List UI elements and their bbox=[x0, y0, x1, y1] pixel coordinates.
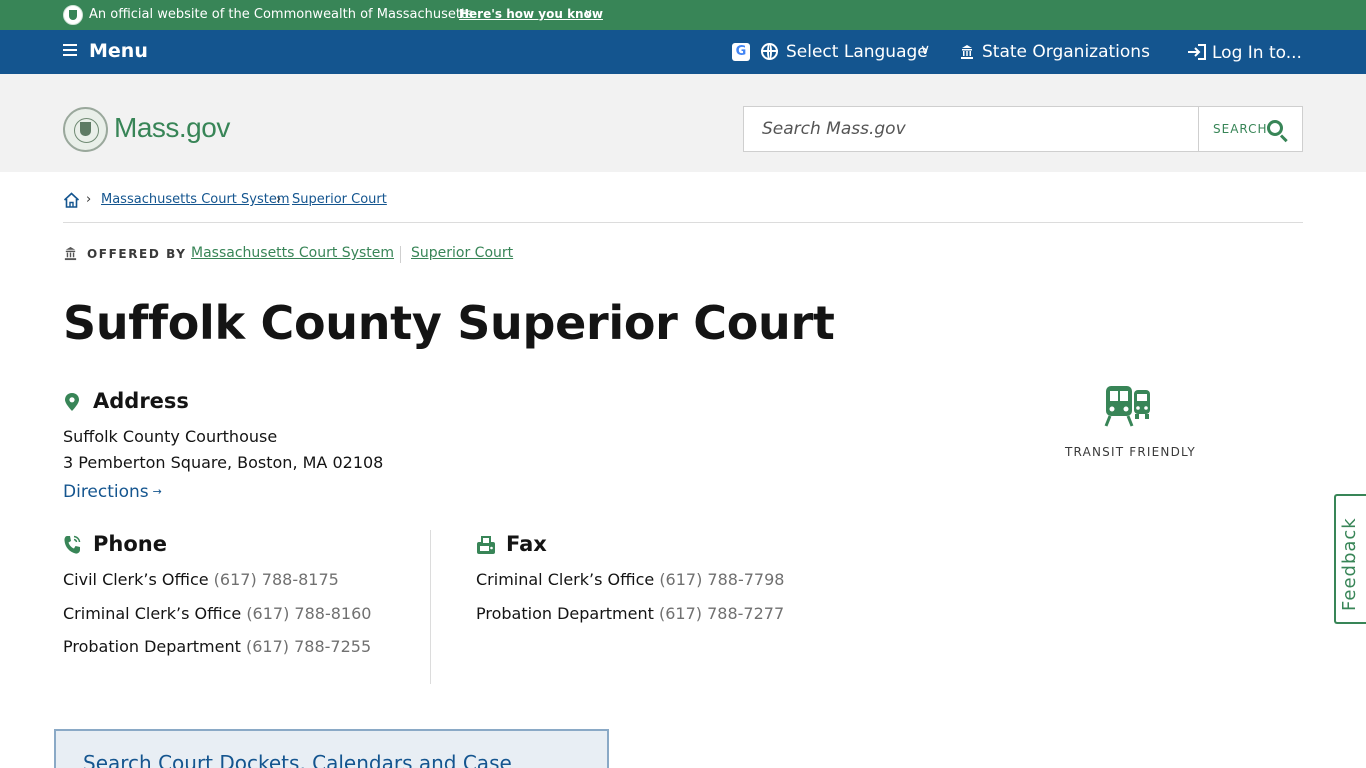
fax-entry-label: Probation Department bbox=[476, 604, 654, 623]
phone-entry-label: Probation Department bbox=[63, 637, 241, 656]
site-logo[interactable]: Mass.gov bbox=[114, 112, 230, 144]
map-pin-icon bbox=[65, 393, 79, 411]
offered-by-label: OFFERED BY bbox=[87, 247, 187, 261]
address-line-1: Suffolk County Courthouse bbox=[63, 427, 278, 446]
state-seal-icon bbox=[63, 5, 83, 25]
phone-entry-label: Civil Clerk’s Office bbox=[63, 570, 209, 589]
fax-number: (617) 788-7277 bbox=[659, 604, 785, 623]
fax-number: (617) 788-7798 bbox=[659, 570, 785, 589]
search-button-label: SEARCH bbox=[1213, 122, 1268, 136]
directions-label: Directions bbox=[63, 482, 149, 502]
phone-entry: Probation Department (617) 788-7255 bbox=[63, 637, 371, 656]
google-translate-icon: G bbox=[732, 43, 750, 61]
building-icon bbox=[64, 246, 77, 261]
official-banner-text: An official website of the Commonwealth … bbox=[89, 7, 473, 22]
arrow-right-icon: → bbox=[152, 485, 162, 498]
hamburger-menu-icon[interactable] bbox=[63, 44, 77, 56]
offered-by-link-superior-court[interactable]: Superior Court bbox=[411, 245, 513, 261]
fax-entry: Probation Department (617) 788-7277 bbox=[476, 604, 784, 623]
breadcrumb-link-court-system[interactable]: Massachusetts Court System bbox=[101, 192, 290, 207]
fax-entry: Criminal Clerk’s Office (617) 788-7798 bbox=[476, 570, 784, 589]
phone-icon bbox=[64, 535, 81, 554]
page-title: Suffolk County Superior Court bbox=[63, 296, 835, 350]
phone-number-link[interactable]: (617) 788-8175 bbox=[214, 570, 339, 589]
utility-nav: Menu G Select Language ∨ State Organizat… bbox=[0, 30, 1366, 74]
chevron-right-icon: › bbox=[276, 192, 282, 207]
globe-icon bbox=[761, 43, 778, 60]
phone-number-link[interactable]: (617) 788-7255 bbox=[246, 637, 371, 656]
login-icon bbox=[1188, 44, 1206, 60]
court-dockets-card[interactable]: Search Court Dockets, Calendars and Case bbox=[54, 729, 609, 768]
court-dockets-link[interactable]: Search Court Dockets, Calendars and Case bbox=[83, 751, 512, 768]
search-icon bbox=[1267, 120, 1283, 136]
fax-heading: Fax bbox=[506, 532, 547, 556]
phone-heading: Phone bbox=[93, 532, 167, 556]
column-divider bbox=[430, 530, 431, 684]
offered-by-link-court-system[interactable]: Massachusetts Court System bbox=[191, 245, 394, 261]
building-icon bbox=[961, 45, 973, 59]
heres-how-you-know-link[interactable]: Here's how you know bbox=[459, 7, 603, 21]
home-icon[interactable] bbox=[63, 192, 80, 208]
phone-entry-label: Criminal Clerk’s Office bbox=[63, 604, 242, 623]
feedback-tab[interactable]: Feedback bbox=[1334, 494, 1366, 624]
phone-number-link[interactable]: (617) 788-8160 bbox=[246, 604, 371, 623]
state-organizations-button[interactable]: State Organizations bbox=[982, 42, 1150, 62]
chevron-down-icon[interactable]: ∨ bbox=[584, 6, 593, 20]
phone-entry: Civil Clerk’s Office (617) 788-8175 bbox=[63, 570, 339, 589]
directions-link[interactable]: Directions → bbox=[63, 482, 162, 502]
search-button[interactable]: SEARCH bbox=[1198, 106, 1303, 152]
fax-entry-label: Criminal Clerk’s Office bbox=[476, 570, 655, 589]
search-box bbox=[743, 106, 1199, 152]
phone-entry: Criminal Clerk’s Office (617) 788-8160 bbox=[63, 604, 371, 623]
menu-button[interactable]: Menu bbox=[89, 40, 148, 62]
fax-icon bbox=[477, 536, 495, 554]
search-input[interactable] bbox=[744, 107, 1198, 151]
offered-by-separator bbox=[400, 246, 401, 263]
address-heading: Address bbox=[93, 389, 189, 413]
mass-seal-logo-icon[interactable] bbox=[63, 107, 108, 152]
site-header: Mass.gov SEARCH bbox=[0, 74, 1366, 172]
transit-friendly-label: TRANSIT FRIENDLY bbox=[1065, 445, 1196, 459]
official-banner: An official website of the Commonwealth … bbox=[0, 0, 1366, 30]
address-line-2: 3 Pemberton Square, Boston, MA 02108 bbox=[63, 453, 384, 472]
chevron-right-icon: › bbox=[86, 192, 92, 207]
breadcrumb-link-superior-court[interactable]: Superior Court bbox=[292, 192, 387, 207]
chevron-down-icon[interactable]: ∨ bbox=[920, 42, 930, 58]
breadcrumb-divider bbox=[63, 222, 1303, 223]
select-language-button[interactable]: Select Language bbox=[786, 42, 928, 62]
bus-train-icon bbox=[1104, 386, 1150, 427]
login-button[interactable]: Log In to... bbox=[1212, 43, 1302, 63]
feedback-label: Feedback bbox=[1339, 517, 1360, 611]
